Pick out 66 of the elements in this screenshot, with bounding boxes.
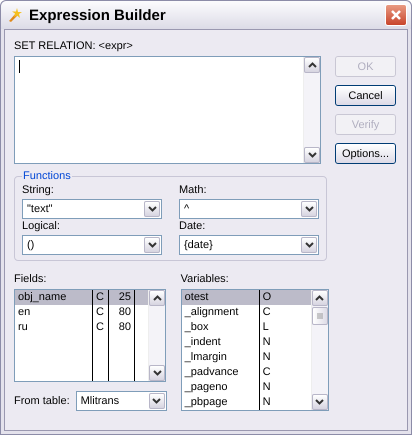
table-dropdown[interactable]: Mlitrans — [76, 391, 167, 411]
field-width-cell: 80 — [109, 305, 135, 320]
text-caret — [19, 60, 20, 73]
dropdown-button[interactable] — [144, 201, 160, 217]
scrollbar[interactable] — [303, 57, 320, 163]
wizard-icon — [7, 7, 23, 23]
field-width-cell: 25 — [109, 290, 135, 305]
combo-label: Logical: — [22, 220, 61, 233]
variables-list[interactable]: otest O _alignment C _box L _indent N _lmargin N _padvance C _pageno N _pbpage N — [180, 289, 329, 411]
field-type-cell: C — [93, 305, 109, 320]
dropdown-button[interactable] — [301, 201, 317, 217]
grip-icon — [316, 313, 323, 319]
scrollbar[interactable] — [310, 290, 328, 410]
scrollbar[interactable] — [148, 290, 165, 381]
combo-label: String: — [22, 184, 55, 197]
close-button[interactable] — [385, 4, 407, 26]
scroll-down-button[interactable] — [149, 365, 165, 381]
variable-name-cell[interactable]: _pbpage — [182, 395, 260, 410]
variable-type-cell-text: N — [262, 335, 272, 350]
fields-label: Fields: — [14, 273, 48, 286]
variable-name-cell[interactable]: otest — [182, 290, 260, 305]
group-title: Functions — [22, 170, 72, 182]
variable-name-cell[interactable]: _indent — [182, 335, 260, 350]
variable-type-cell: O — [260, 290, 311, 305]
combo-label: Math: — [179, 184, 208, 197]
dropdown-button[interactable] — [148, 393, 165, 409]
from-table-label: From table: — [14, 394, 70, 408]
dropdown-button[interactable] — [301, 237, 317, 253]
function-dropdown[interactable]: {date} — [179, 235, 319, 255]
function-dropdown[interactable]: "text" — [22, 199, 162, 219]
field-name-cell[interactable]: obj_name — [15, 290, 93, 305]
close-icon — [390, 9, 402, 21]
variable-name-cell[interactable]: _lmargin — [182, 350, 260, 365]
variable-type-cell-text: N — [262, 380, 272, 395]
dropdown-button[interactable] — [144, 237, 160, 253]
expression-label: SET RELATION: <expr> — [14, 40, 134, 53]
field-width-cell: 80 — [109, 320, 135, 335]
fields-list[interactable]: obj_name C 25 en C 80 ru C 80 — [14, 289, 166, 382]
scroll-up-button[interactable] — [304, 57, 320, 73]
expression-field[interactable] — [14, 56, 321, 164]
function-dropdown[interactable]: ^ — [179, 199, 319, 219]
function-dropdown[interactable]: () — [22, 235, 162, 255]
field-type-cell: C — [93, 290, 109, 305]
field-type-cell: C — [93, 320, 109, 335]
scroll-down-button[interactable] — [304, 147, 320, 163]
variables-label: Variables: — [180, 273, 230, 286]
combo-label: Date: — [179, 220, 206, 233]
dialog-button[interactable]: Cancel — [335, 85, 396, 106]
window-title: Expression Builder — [29, 6, 167, 24]
field-name-cell[interactable]: en — [15, 305, 93, 320]
scroll-thumb[interactable] — [312, 307, 328, 325]
scroll-up-button[interactable] — [312, 290, 328, 306]
variable-type-cell-text: N — [262, 350, 272, 365]
scroll-up-button[interactable] — [149, 290, 165, 306]
variable-type-cell-text: N — [262, 395, 272, 410]
variable-type-cell-text: C — [262, 305, 272, 320]
variable-type-cell-text: C — [262, 365, 272, 380]
variable-name-cell[interactable]: _padvance — [182, 365, 260, 380]
dialog-button[interactable]: Options... — [335, 143, 396, 164]
variable-type-cell-text: L — [262, 320, 270, 335]
scroll-down-button[interactable] — [312, 394, 328, 410]
variable-name-cell[interactable]: _alignment — [182, 305, 260, 320]
variable-name-cell[interactable]: _box — [182, 320, 260, 335]
variable-name-cell[interactable]: _pageno — [182, 380, 260, 395]
field-name-cell[interactable]: ru — [15, 320, 93, 335]
empty-cell — [135, 290, 148, 305]
